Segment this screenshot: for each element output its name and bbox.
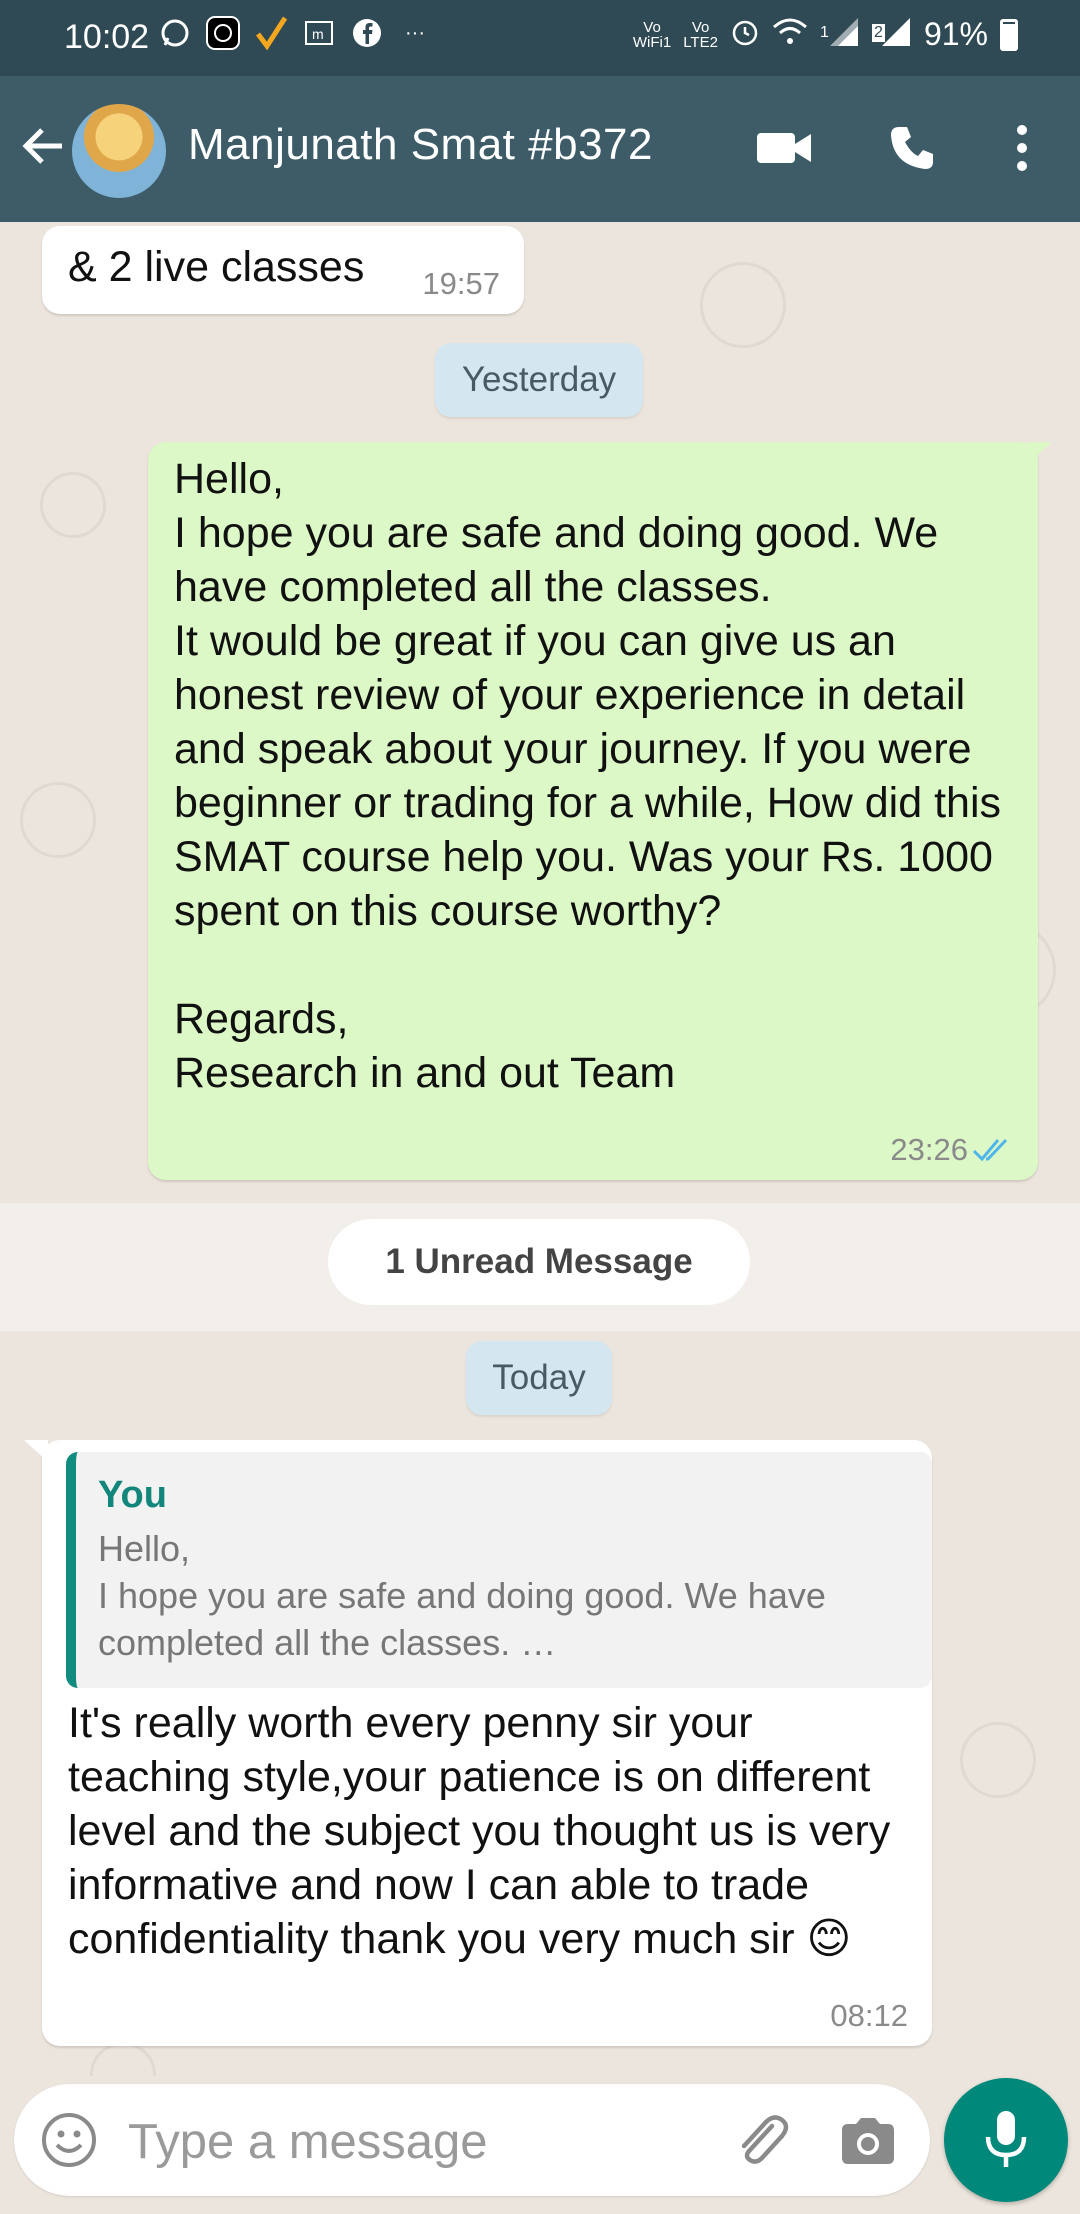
bubble-tail [1028,442,1052,464]
more-vert-icon [1017,125,1027,171]
wifi-calling-label: Vo WiFi1 [632,18,672,51]
wallpaper-doodle [700,262,786,348]
unread-messages-banner: 1 Unread Message [328,1219,750,1305]
battery-percent: 91% [923,16,988,52]
wallpaper-doodle [90,2042,156,2076]
quote-text: Hello, I hope you are safe and doing goo… [98,1528,826,1663]
message-time: 23:26 [890,1132,968,1167]
system-icons: Vo WiFi1 Vo LTE2 1 2 91% [633,16,1018,53]
phone-icon [891,127,933,169]
sim1-label: 1 [819,24,829,41]
whatsapp-icon [158,16,192,50]
volte-label: Vo LTE2 [683,18,718,51]
message-time: 19:57 [422,266,500,301]
wallpaper-doodle [960,1722,1036,1798]
status-time: 10:02 [64,18,150,56]
sim2-label: 2 [871,24,885,42]
message-app-icon: m [302,16,336,50]
message-input[interactable] [126,2106,690,2178]
message-text: It's really worth every penny sir your t… [68,1699,903,1963]
chat-area[interactable]: & 2 live classes 19:57 Yesterday Hello, … [0,222,1080,2076]
facebook-icon [350,16,384,50]
wifi-icon [772,17,808,52]
chat-header: Manjunath Smat #b372 [0,76,1080,222]
more-options-button[interactable] [990,116,1054,180]
wallpaper-doodle [20,782,96,858]
camera-button[interactable] [836,2110,900,2174]
signal-sim2-icon: 2 [871,16,912,53]
quoted-message[interactable]: You Hello, I hope you are safe and doing… [66,1452,932,1688]
alarm-icon [730,17,760,52]
status-bar: 10:02 m ··· Vo WiFi1 Vo LTE2 1 2 91% [0,0,1080,76]
more-notifications-icon: ··· [405,21,425,44]
emoji-icon [42,2113,96,2167]
mic-icon [985,2111,1027,2167]
attach-icon [741,2115,789,2164]
date-separator: Today [466,1341,612,1415]
video-call-button[interactable] [752,116,816,180]
signal-sim1-icon: 1 [820,16,860,53]
date-separator: Yesterday [435,343,643,417]
battery-icon [1000,18,1018,51]
bubble-tail [24,1440,48,1462]
wallpaper-doodle [40,472,106,538]
message-text: Hello, I hope you are safe and doing goo… [174,455,1001,1097]
attach-button[interactable] [728,2108,792,2172]
video-call-icon [757,133,811,163]
read-ticks-icon [972,1138,1008,1162]
message-time: 08:12 [830,1998,908,2033]
voice-record-button[interactable] [944,2078,1068,2202]
camera-icon [842,2118,894,2164]
avatar[interactable] [72,104,166,198]
message-text: & 2 live classes [68,243,365,291]
svg-text:m: m [312,26,324,42]
checkmark-app-icon [254,16,288,50]
message-composer [14,2084,930,2196]
message-bubble-outgoing[interactable]: Hello, I hope you are safe and doing goo… [148,442,1052,1180]
notification-icons: m ··· [158,16,432,50]
back-button[interactable] [18,116,68,176]
voice-call-button[interactable] [880,116,944,180]
contact-name[interactable]: Manjunath Smat #b372 [188,120,653,170]
quote-author: You [98,1474,167,1516]
zee-app-icon [206,16,240,50]
message-bubble-incoming-reply[interactable]: You Hello, I hope you are safe and doing… [24,1440,932,2046]
message-bubble-incoming[interactable]: & 2 live classes 19:57 [42,226,524,314]
back-arrow-icon [22,128,62,164]
emoji-button[interactable] [40,2111,98,2169]
